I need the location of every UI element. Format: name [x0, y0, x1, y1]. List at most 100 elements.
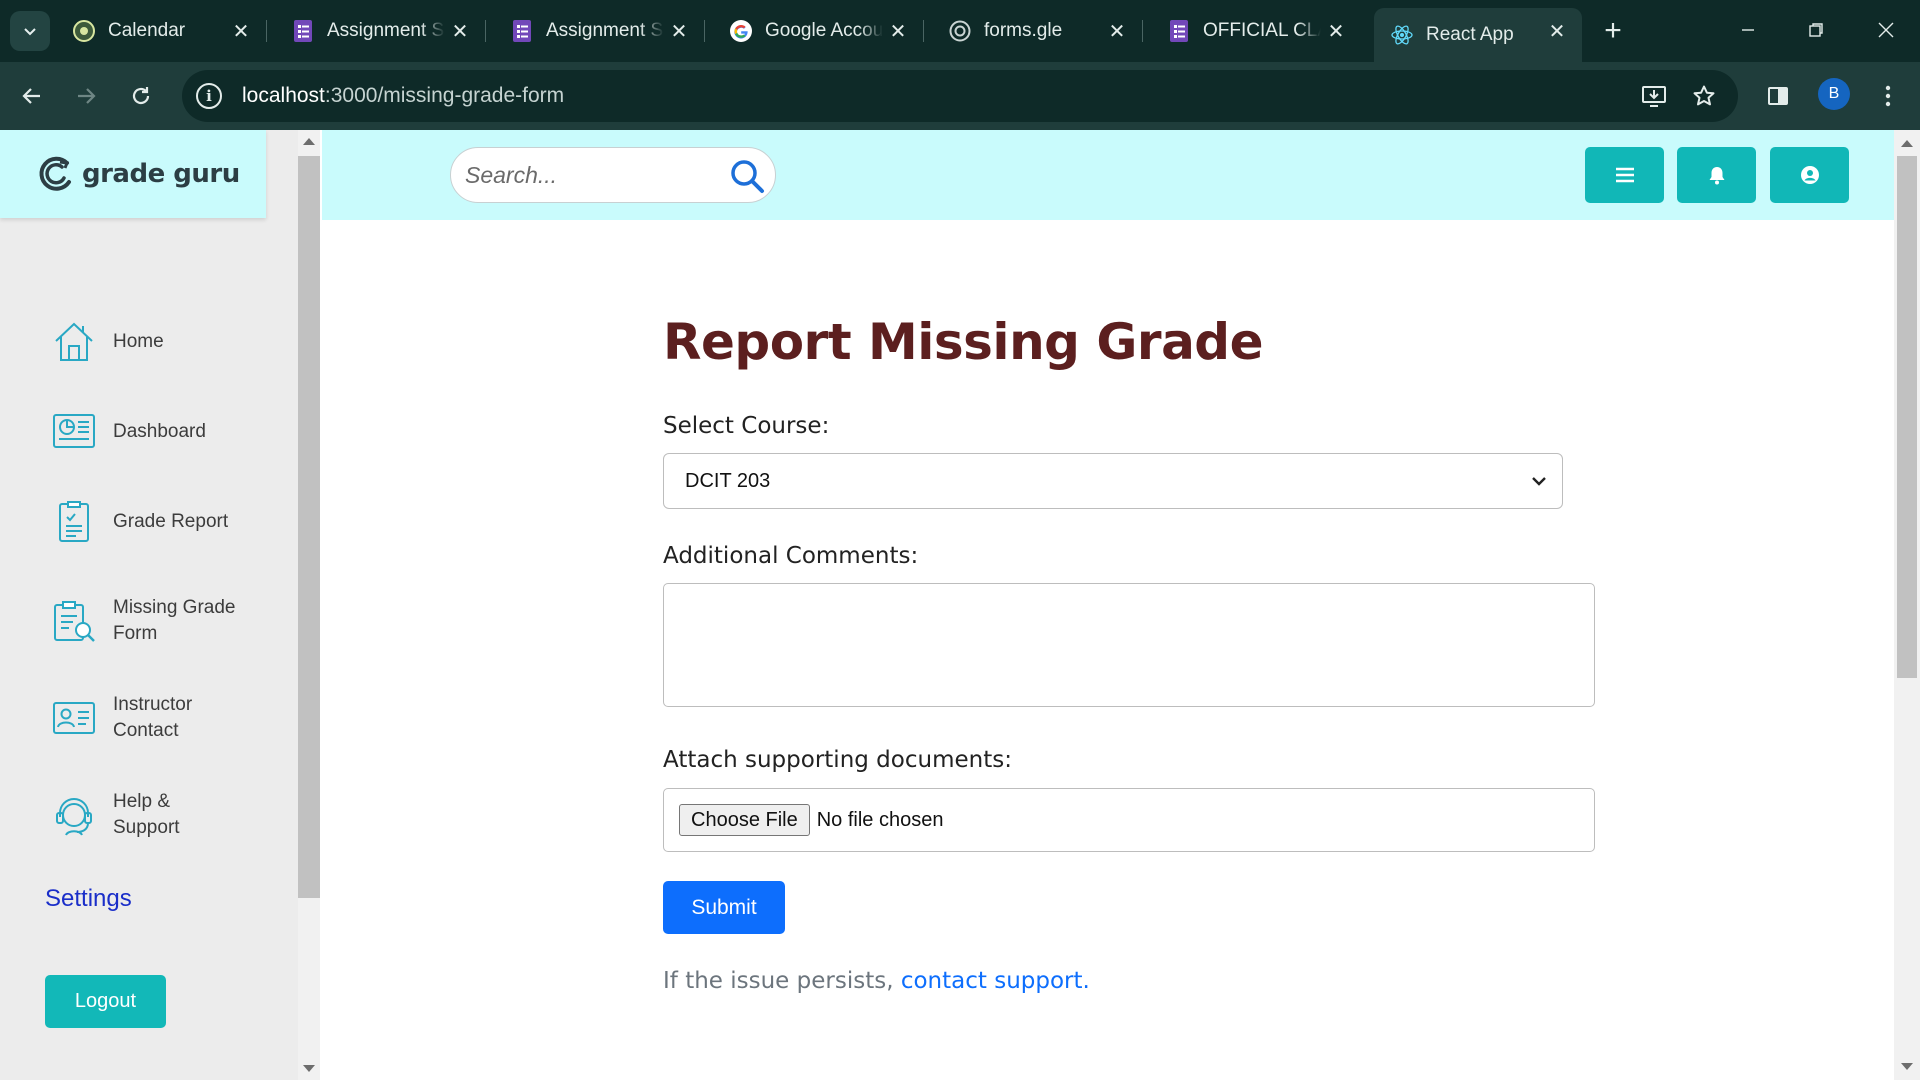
window-close-icon[interactable] — [1866, 10, 1906, 50]
browser-tab[interactable]: forms.gle ✕ — [932, 8, 1143, 54]
browser-toolbar: i localhost:3000/missing-grade-form B — [0, 62, 1920, 130]
install-app-icon[interactable] — [1638, 80, 1670, 112]
address-bar[interactable]: i localhost:3000/missing-grade-form — [182, 70, 1738, 122]
profile-avatar[interactable]: B — [1818, 78, 1850, 110]
notifications-button[interactable] — [1677, 147, 1756, 203]
close-icon[interactable]: ✕ — [228, 18, 254, 44]
settings-link[interactable]: Settings — [45, 885, 132, 913]
sidebar: grade guru Home Dashboard Grade Report M… — [0, 130, 298, 1080]
menu-button[interactable] — [1585, 147, 1664, 203]
side-panel-icon[interactable] — [1762, 80, 1794, 112]
search-box[interactable] — [450, 147, 776, 203]
browser-tab-bar: Calendar ✕ Assignment Su ✕ Assignment Su… — [0, 0, 1920, 62]
sidebar-item-label: Dashboard — [113, 421, 206, 442]
help-support-icon — [56, 798, 92, 836]
site-info-icon[interactable]: i — [196, 83, 222, 109]
bookmark-star-icon[interactable] — [1688, 80, 1720, 112]
course-select[interactable]: DCIT 203 — [663, 453, 1563, 509]
reload-icon[interactable] — [123, 78, 159, 114]
sidebar-item-dashboard[interactable]: Dashboard — [52, 410, 206, 454]
tab-separator — [1142, 20, 1143, 42]
browser-tab[interactable]: OFFICIAL CLA ✕ — [1151, 8, 1361, 54]
new-tab-plus-icon[interactable]: + — [1596, 14, 1630, 48]
url-text: localhost:3000/missing-grade-form — [242, 84, 564, 108]
top-header — [322, 130, 1894, 220]
tab-separator — [485, 20, 486, 42]
browser-tab-active[interactable]: React App ✕ — [1374, 8, 1582, 62]
url-path: :3000/missing-grade-form — [324, 84, 565, 107]
scroll-up-arrow-icon[interactable] — [1901, 140, 1913, 147]
sidebar-item-instructor-contact[interactable]: Instructor Contact — [52, 692, 192, 744]
sidebar-item-label: Missing Grade Form — [113, 597, 236, 644]
minimize-icon[interactable] — [1728, 10, 1768, 50]
close-icon[interactable]: ✕ — [1104, 18, 1130, 44]
back-arrow-icon[interactable] — [14, 78, 50, 114]
scrollbar-thumb[interactable] — [298, 156, 320, 898]
browser-tab[interactable]: Calendar ✕ — [56, 8, 267, 54]
tab-title: Assignment Su — [327, 20, 445, 41]
chevron-down-icon — [24, 28, 36, 36]
sidebar-item-home[interactable]: Home — [52, 320, 164, 364]
tab-title: forms.gle — [984, 20, 1063, 41]
calendar-favicon-icon — [72, 19, 96, 43]
scroll-down-arrow-icon[interactable] — [303, 1065, 315, 1072]
tab-title: Calendar — [108, 20, 186, 41]
comments-label: Additional Comments: — [663, 543, 919, 569]
tab-separator — [923, 20, 924, 42]
google-forms-icon — [510, 19, 534, 43]
scroll-down-arrow-icon[interactable] — [1901, 1063, 1913, 1070]
google-forms-icon — [1167, 19, 1191, 43]
grade-guru-logo-icon — [39, 156, 71, 191]
sidebar-item-label: Help & Support — [113, 791, 180, 838]
contact-support-link[interactable]: contact support — [901, 968, 1083, 994]
support-note-suffix: . — [1082, 968, 1090, 994]
main-scrollbar[interactable] — [1894, 130, 1920, 1080]
brand-header[interactable]: grade guru — [0, 130, 266, 218]
no-file-text: No file chosen — [816, 808, 944, 831]
close-icon[interactable]: ✕ — [885, 18, 911, 44]
close-icon[interactable]: ✕ — [1323, 18, 1349, 44]
choose-file-button[interactable]: Choose File — [679, 804, 810, 836]
tab-separator — [266, 20, 267, 42]
menu-icon — [1615, 167, 1634, 183]
sidebar-scrollbar[interactable] — [298, 130, 320, 1080]
chevron-down-icon — [1532, 477, 1546, 486]
restore-icon[interactable] — [1796, 10, 1836, 50]
close-icon[interactable]: ✕ — [447, 18, 473, 44]
logout-button[interactable]: Logout — [45, 975, 166, 1028]
close-icon[interactable]: ✕ — [1544, 18, 1570, 44]
sidebar-item-label: Home — [113, 331, 164, 352]
sidebar-item-missing-grade-form[interactable]: Missing Grade Form — [52, 595, 236, 647]
bell-icon — [1709, 167, 1724, 185]
sidebar-item-grade-report[interactable]: Grade Report — [52, 500, 228, 544]
comments-textarea[interactable] — [663, 583, 1595, 707]
file-input[interactable]: Choose File No file chosen — [663, 788, 1595, 852]
kebab-menu-icon[interactable] — [1872, 80, 1904, 112]
tab-search-button[interactable] — [10, 11, 50, 51]
scroll-up-arrow-icon[interactable] — [303, 138, 315, 145]
missing-grade-form-icon — [54, 601, 95, 642]
browser-tab[interactable]: Assignment Su ✕ — [275, 8, 486, 54]
attach-label: Attach supporting documents: — [663, 747, 1012, 773]
brand-name: grade guru — [82, 159, 240, 189]
globe-icon — [948, 19, 972, 43]
profile-button[interactable] — [1770, 147, 1849, 203]
browser-tab[interactable]: Assignment Su ✕ — [494, 8, 705, 54]
submit-button[interactable]: Submit — [663, 881, 785, 934]
search-input[interactable] — [465, 161, 715, 189]
sidebar-item-help-support[interactable]: Help & Support — [52, 789, 180, 841]
close-icon[interactable]: ✕ — [666, 18, 692, 44]
user-icon — [1800, 166, 1819, 184]
search-icon[interactable] — [729, 158, 765, 194]
browser-tab[interactable]: Google Accou ✕ — [713, 8, 924, 54]
course-label: Select Course: — [663, 413, 830, 439]
dashboard-icon — [53, 414, 95, 448]
google-forms-icon — [291, 19, 315, 43]
forward-arrow-icon[interactable] — [68, 78, 104, 114]
sidebar-item-label: Instructor Contact — [113, 694, 193, 741]
home-icon — [55, 322, 93, 361]
scrollbar-thumb[interactable] — [1897, 156, 1917, 678]
tab-separator — [704, 20, 705, 42]
url-host: localhost — [242, 84, 325, 107]
tab-title: Assignment Su — [546, 20, 664, 41]
